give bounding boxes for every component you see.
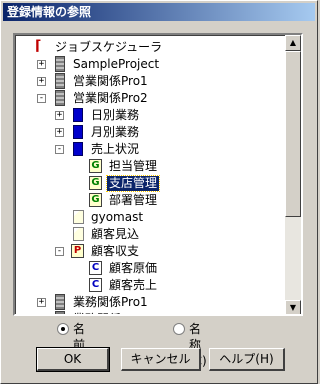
tree-item[interactable]: ⌈ ジョブスケジューラ	[15, 39, 287, 56]
ok-button[interactable]: OK	[36, 347, 110, 372]
help-button[interactable]: ヘルプ(H)	[209, 348, 285, 371]
server-icon	[55, 294, 65, 310]
g-badge-icon: G	[89, 193, 102, 207]
tree-item[interactable]: + 月別業務	[15, 124, 287, 141]
expand-icon[interactable]: +	[37, 60, 46, 69]
expand-icon[interactable]: +	[37, 298, 46, 307]
tree-item-label: 業務関係Pro2	[71, 312, 150, 314]
tree-item[interactable]: C 顧客原価	[15, 260, 287, 277]
tree-item-label: 支店管理	[105, 175, 161, 192]
tree-item-label: 顧客収支	[91, 244, 140, 258]
expand-icon[interactable]: +	[55, 128, 64, 137]
tree-item[interactable]: + SampleProject	[15, 56, 287, 73]
tree-item-label: 日別業務	[91, 108, 140, 122]
radio-title-dot[interactable]	[173, 323, 185, 335]
radio-name-dot[interactable]	[57, 323, 69, 335]
doc-icon	[73, 210, 84, 224]
g-badge-icon: G	[89, 176, 102, 190]
tree-item[interactable]: - 売上状況	[15, 141, 287, 158]
tree-item[interactable]: - 営業関係Pro2	[15, 90, 287, 107]
tree-item-label: 業務関係Pro1	[73, 295, 148, 309]
scroll-up-icon[interactable]: ▲	[285, 35, 301, 51]
c-badge-icon: C	[89, 261, 102, 275]
tree-item-label: 営業関係Pro1	[73, 74, 148, 88]
collapse-icon[interactable]: -	[55, 247, 64, 256]
server-icon	[55, 311, 65, 314]
reference-dialog: 登録情報の参照 ⌈ ジョブスケジューラ + SampleProject + 営業関係Pro…	[0, 0, 318, 384]
tree-item-label: 部署管理	[109, 193, 158, 207]
tree-item[interactable]: C 顧客売上	[15, 277, 287, 294]
tree-item-label: 顧客原価	[109, 261, 158, 275]
tree-item[interactable]: G 支店管理	[15, 175, 287, 192]
scroll-thumb[interactable]	[285, 51, 301, 217]
tree-item-label: 月別業務	[91, 125, 140, 139]
scheduler-icon: ⌈	[35, 38, 42, 54]
tree-view[interactable]: ⌈ ジョブスケジューラ + SampleProject + 営業関係Pro1 - 営業関係Pr…	[13, 33, 303, 316]
server-icon	[55, 73, 65, 89]
doc-icon	[73, 227, 84, 241]
vertical-scrollbar[interactable]: ▲ ▼	[285, 35, 301, 314]
tree-item-label: 売上状況	[91, 142, 140, 156]
folder-blue-icon	[73, 125, 83, 139]
scroll-down-icon[interactable]: ▼	[285, 300, 301, 314]
tree-item[interactable]: + 営業関係Pro1	[15, 73, 287, 90]
folder-blue-icon	[73, 142, 83, 156]
tree-item[interactable]: G 担当管理	[15, 158, 287, 175]
collapse-icon[interactable]: -	[37, 94, 46, 103]
tree-item-label: 顧客売上	[109, 278, 158, 292]
tree-item[interactable]: 顧客見込	[15, 226, 287, 243]
tree-item[interactable]: + 業務関係Pro2	[15, 311, 287, 316]
dialog-title: 登録情報の参照	[3, 3, 315, 21]
tree-item-label: 担当管理	[109, 159, 158, 173]
p-badge-icon: P	[71, 244, 84, 258]
tree-items: ⌈ ジョブスケジューラ + SampleProject + 営業関係Pro1 - 営業関係Pr…	[15, 35, 287, 316]
tree-item-label: SampleProject	[73, 57, 160, 71]
tree-item[interactable]: G 部署管理	[15, 192, 287, 209]
tree-item[interactable]: - P 顧客収支	[15, 243, 287, 260]
expand-icon[interactable]: +	[37, 315, 46, 316]
tree-item[interactable]: gyomast	[15, 209, 287, 226]
tree-item-label: 営業関係Pro2	[73, 91, 148, 105]
tree-item[interactable]: + 日別業務	[15, 107, 287, 124]
c-badge-icon: C	[89, 278, 102, 292]
expand-icon[interactable]: +	[37, 77, 46, 86]
folder-blue-icon	[73, 108, 83, 122]
expand-icon[interactable]: +	[55, 111, 64, 120]
tree-item-label: ジョブスケジューラ	[55, 40, 163, 54]
collapse-icon[interactable]: -	[55, 145, 64, 154]
tree-item[interactable]: + 業務関係Pro1	[15, 294, 287, 311]
g-badge-icon: G	[89, 159, 102, 173]
display-mode-options: 名前(N) 名称(C)	[1, 321, 319, 368]
server-icon	[55, 56, 65, 72]
server-icon	[55, 90, 65, 106]
cancel-button[interactable]: キャンセル	[121, 348, 201, 371]
tree-item-label: 顧客見込	[91, 227, 140, 241]
tree-item-label: gyomast	[91, 210, 144, 224]
